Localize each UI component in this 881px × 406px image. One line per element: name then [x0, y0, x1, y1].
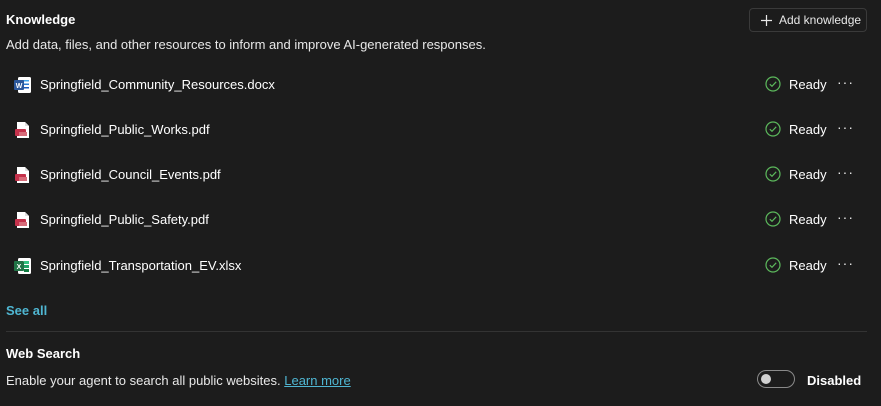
- check-circle-icon: [765, 257, 781, 273]
- learn-more-link[interactable]: Learn more: [284, 373, 350, 388]
- section-divider: [6, 331, 867, 332]
- more-options-icon[interactable]: ···: [837, 210, 855, 226]
- word-icon: W: [14, 77, 31, 93]
- knowledge-file-row[interactable]: X Springfield_Transportation_EV.xlsx Rea…: [0, 244, 881, 288]
- pdf-icon: [15, 167, 29, 183]
- web-search-description-line: Enable your agent to search all public w…: [6, 373, 351, 388]
- file-status: Ready: [765, 211, 827, 227]
- file-status: Ready: [765, 121, 827, 137]
- file-name[interactable]: Springfield_Transportation_EV.xlsx: [40, 258, 241, 273]
- plus-icon: [761, 14, 772, 26]
- more-options-icon[interactable]: ···: [837, 75, 855, 91]
- excel-icon: X: [14, 258, 31, 274]
- status-text: Ready: [789, 211, 827, 227]
- pdf-icon: [15, 212, 29, 228]
- file-name[interactable]: Springfield_Public_Safety.pdf: [40, 212, 209, 227]
- svg-text:X: X: [17, 264, 22, 271]
- status-text: Ready: [789, 257, 827, 273]
- more-options-icon[interactable]: ···: [837, 256, 855, 272]
- see-all-link[interactable]: See all: [6, 303, 47, 318]
- knowledge-file-row[interactable]: Springfield_Council_Events.pdf Ready ···: [0, 153, 881, 197]
- file-name[interactable]: Springfield_Community_Resources.docx: [40, 77, 275, 92]
- web-search-toggle[interactable]: [757, 370, 795, 388]
- status-text: Ready: [789, 76, 827, 92]
- web-search-description: Enable your agent to search all public w…: [6, 373, 281, 388]
- more-options-icon[interactable]: ···: [837, 120, 855, 136]
- file-status: Ready: [765, 76, 827, 92]
- add-knowledge-button[interactable]: Add knowledge: [749, 8, 867, 32]
- toggle-knob: [761, 374, 771, 384]
- check-circle-icon: [765, 76, 781, 92]
- svg-text:W: W: [16, 83, 23, 90]
- more-options-icon[interactable]: ···: [837, 165, 855, 181]
- add-knowledge-label: Add knowledge: [779, 13, 862, 27]
- check-circle-icon: [765, 211, 781, 227]
- knowledge-file-row[interactable]: Springfield_Public_Works.pdf Ready ···: [0, 108, 881, 152]
- knowledge-settings-panel: Knowledge Add data, files, and other res…: [0, 0, 881, 406]
- web-search-title: Web Search: [6, 346, 81, 361]
- knowledge-file-row[interactable]: Springfield_Public_Safety.pdf Ready ···: [0, 198, 881, 242]
- status-text: Ready: [789, 121, 827, 137]
- check-circle-icon: [765, 121, 781, 137]
- knowledge-title: Knowledge: [6, 12, 76, 27]
- check-circle-icon: [765, 166, 781, 182]
- file-status: Ready: [765, 257, 827, 273]
- status-text: Ready: [789, 166, 827, 182]
- knowledge-file-row[interactable]: W Springfield_Community_Resources.docx R…: [0, 63, 881, 107]
- pdf-icon: [15, 122, 29, 138]
- file-name[interactable]: Springfield_Council_Events.pdf: [40, 167, 221, 182]
- toggle-state-label: Disabled: [807, 373, 862, 388]
- knowledge-description: Add data, files, and other resources to …: [6, 37, 486, 52]
- file-name[interactable]: Springfield_Public_Works.pdf: [40, 122, 210, 137]
- file-status: Ready: [765, 166, 827, 182]
